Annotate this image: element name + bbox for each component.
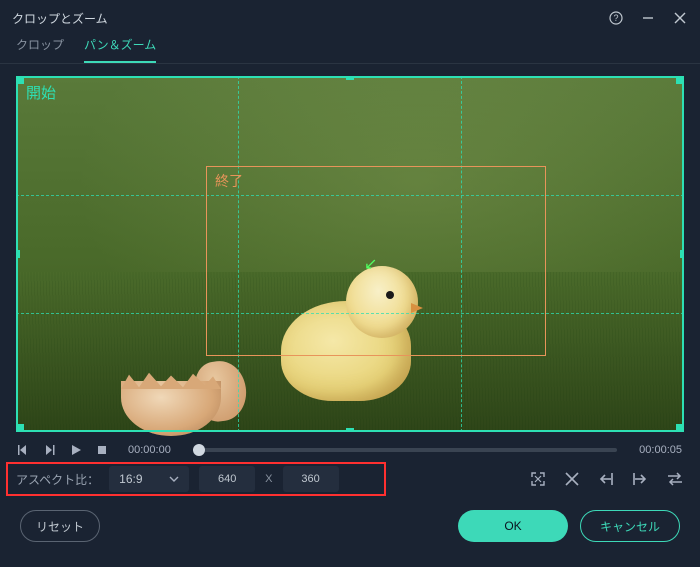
time-total: 00:00:05 [639, 444, 682, 456]
fit-in-icon[interactable] [530, 471, 546, 487]
svg-text:?: ? [613, 13, 618, 23]
fit-out-icon[interactable] [564, 471, 580, 487]
start-frame-label: 開始 [26, 82, 56, 103]
timeline-scrubber[interactable] [193, 448, 617, 452]
prev-frame-icon[interactable] [18, 444, 30, 456]
aspect-ratio-label: アスペクト比： [16, 471, 99, 488]
ok-button[interactable]: OK [458, 510, 568, 542]
cancel-button[interactable]: キャンセル [580, 510, 680, 542]
stop-icon[interactable] [96, 444, 108, 456]
eggshell-graphic [121, 361, 241, 431]
reset-button[interactable]: リセット [20, 510, 100, 542]
chick-graphic [271, 261, 421, 406]
chevron-down-icon [169, 476, 179, 482]
time-current: 00:00:00 [128, 444, 171, 456]
preview-canvas[interactable]: 開始 終了 ↙ [16, 76, 684, 432]
tab-panzoom[interactable]: パン＆ズーム [84, 36, 156, 63]
swap-icon[interactable] [666, 471, 684, 487]
play-icon[interactable] [70, 444, 82, 456]
next-frame-icon[interactable] [44, 444, 56, 456]
dimension-x-label: X [265, 473, 272, 485]
minimize-icon[interactable] [640, 10, 656, 26]
height-input[interactable]: 360 [283, 466, 339, 492]
scrubber-thumb[interactable] [193, 444, 205, 456]
close-icon[interactable] [672, 10, 688, 26]
align-left-icon[interactable] [598, 471, 614, 487]
tab-crop[interactable]: クロップ [16, 36, 64, 63]
aspect-ratio-value: 16:9 [119, 472, 142, 486]
help-icon[interactable]: ? [608, 10, 624, 26]
window-title: クロップとズーム [12, 10, 108, 27]
width-input[interactable]: 640 [199, 466, 255, 492]
align-right-icon[interactable] [632, 471, 648, 487]
aspect-ratio-dropdown[interactable]: 16:9 [109, 466, 189, 492]
